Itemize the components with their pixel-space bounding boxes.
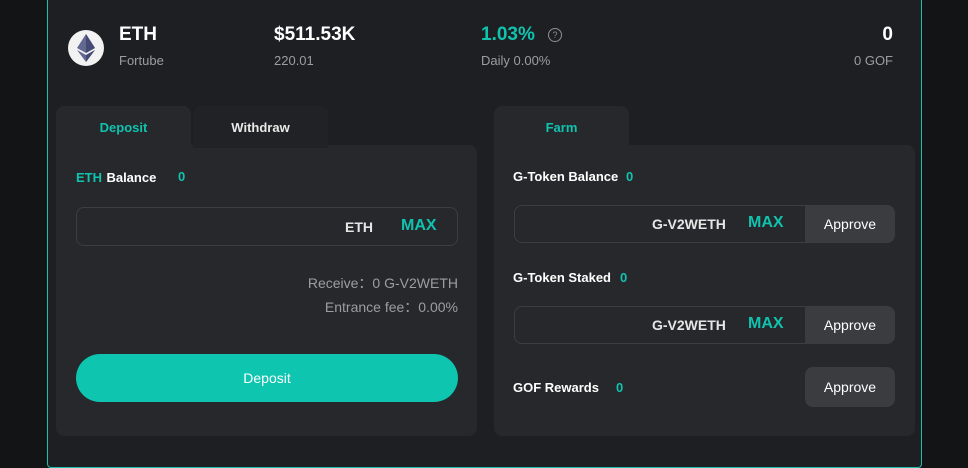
reward-token: 0 GOF [853,53,893,68]
entrance-fee-text: Entrance fee：0.00% [324,299,458,315]
max-button[interactable]: MAX [401,217,437,235]
farm-input1-token: G-V2WETH [652,216,726,232]
reward-value: 0 [882,24,893,45]
gtoken-balance-value: 0 [626,169,634,184]
gtoken-staked-label: G-Token Staked [513,270,612,285]
balance-value: 0 [178,169,186,184]
receive-text: Receive：0 G-V2WETH [307,275,458,291]
deposit-button[interactable]: Deposit [76,354,458,402]
approve-button-stake[interactable]: Approve [805,205,895,243]
farm-input2-token: G-V2WETH [652,317,726,333]
input-token-label: ETH [345,219,373,235]
farm-max-button-2[interactable]: MAX [748,315,784,333]
asset-platform: Fortube [119,53,164,68]
apy-value: 1.03% [481,24,535,45]
ethereum-logo-icon [68,30,104,66]
approve-button-unstake[interactable]: Approve [805,306,895,344]
gtoken-balance-label: G-Token Balance [513,169,619,184]
question-circle-icon[interactable]: ? [548,28,562,42]
tvl-value: $511.53K [274,24,356,45]
tab-withdraw[interactable]: Withdraw [193,106,328,148]
balance-token: ETH [76,170,102,185]
tvl-sub-value: 220.01 [274,53,314,68]
balance-label: Balance [106,170,157,185]
gof-rewards-label: GOF Rewards [513,380,599,395]
tab-deposit[interactable]: Deposit [56,106,191,148]
balance-row: ETH Balance [76,169,156,187]
asset-symbol: ETH [119,24,157,45]
daily-rate: Daily 0.00% [481,53,551,68]
farm-max-button-1[interactable]: MAX [748,214,784,232]
approve-button-rewards[interactable]: Approve [805,367,895,407]
gtoken-staked-value: 0 [620,270,628,285]
gof-rewards-value: 0 [616,380,624,395]
tab-farm[interactable]: Farm [494,106,629,148]
